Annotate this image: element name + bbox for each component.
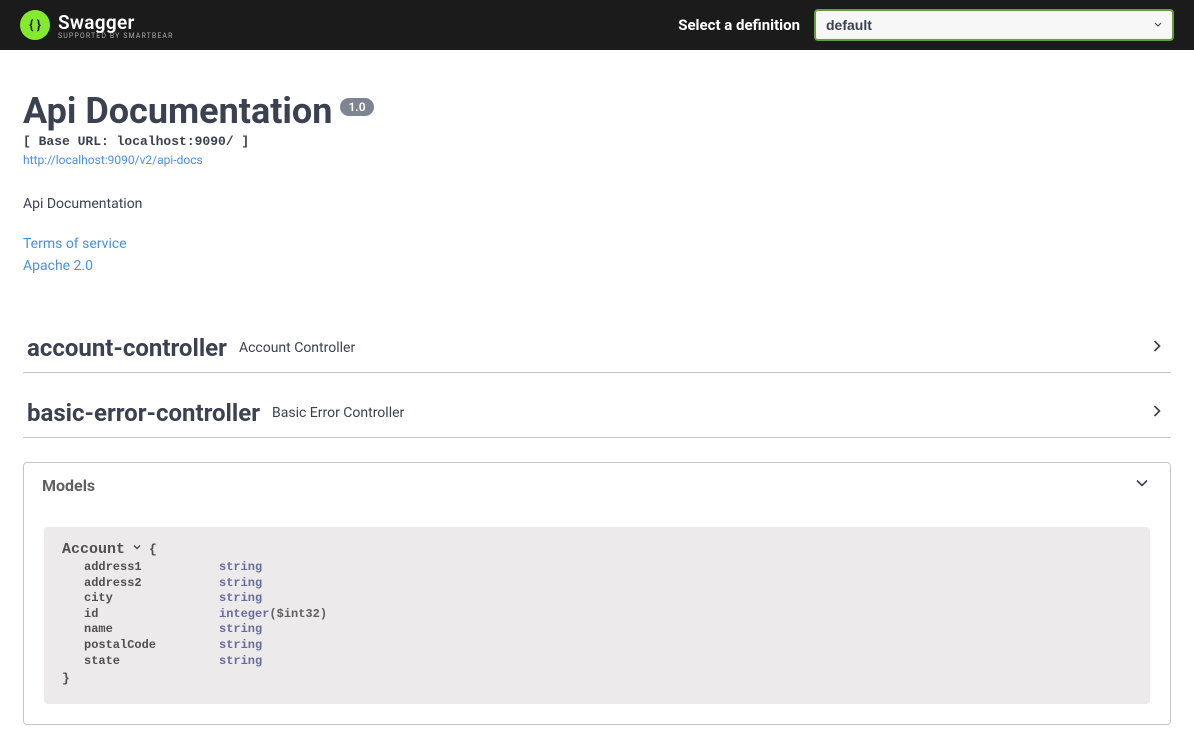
tag-description: Account Controller	[239, 340, 355, 356]
open-brace: {	[149, 542, 157, 557]
tag-name: account-controller	[27, 334, 227, 362]
models-section: Models Account { address1stringaddress2s…	[23, 462, 1171, 725]
chevron-down-icon	[1132, 473, 1152, 497]
logo-subtitle: Supported by SMARTBEAR	[58, 32, 174, 40]
tag-list: account-controller Account Controller ba…	[23, 324, 1171, 438]
api-description: Api Documentation	[23, 196, 1171, 212]
models-title: Models	[42, 476, 95, 495]
tag-basic-error-controller[interactable]: basic-error-controller Basic Error Contr…	[23, 389, 1171, 438]
model-property: address1string	[62, 560, 1132, 576]
definition-select[interactable]: default	[814, 9, 1174, 41]
chevron-right-icon	[1147, 336, 1167, 360]
model-name: Account	[62, 541, 125, 558]
model-property: postalCodestring	[62, 638, 1132, 654]
api-docs-link[interactable]: http://localhost:9090/v2/api-docs	[23, 153, 203, 167]
license-link[interactable]: Apache 2.0	[23, 258, 1171, 274]
swagger-logo-icon: { }	[20, 10, 50, 40]
tag-description: Basic Error Controller	[272, 405, 404, 421]
models-header[interactable]: Models	[24, 463, 1170, 507]
chevron-down-icon	[131, 541, 143, 558]
model-property: namestring	[62, 622, 1132, 638]
model-properties: address1stringaddress2stringcitystringid…	[62, 560, 1132, 669]
definition-selector: Select a definition default	[678, 9, 1174, 41]
chevron-right-icon	[1147, 401, 1167, 425]
logo-title: Swagger	[58, 11, 174, 34]
model-account: Account { address1stringaddress2stringci…	[44, 527, 1150, 704]
topbar: { } Swagger Supported by SMARTBEAR Selec…	[0, 0, 1194, 50]
tag-name: basic-error-controller	[27, 399, 260, 427]
swagger-logo[interactable]: { } Swagger Supported by SMARTBEAR	[20, 10, 174, 40]
page-title: Api Documentation	[23, 90, 332, 132]
model-property: statestring	[62, 654, 1132, 670]
base-url: [ Base URL: localhost:9090/ ]	[23, 134, 1171, 149]
close-brace: }	[62, 671, 1132, 686]
model-property: address2string	[62, 576, 1132, 592]
model-name-row[interactable]: Account {	[62, 541, 1132, 558]
tag-account-controller[interactable]: account-controller Account Controller	[23, 324, 1171, 373]
model-property: idinteger($int32)	[62, 607, 1132, 623]
terms-of-service-link[interactable]: Terms of service	[23, 236, 1171, 252]
definition-label: Select a definition	[678, 16, 800, 34]
version-badge: 1.0	[340, 98, 373, 116]
model-property: citystring	[62, 591, 1132, 607]
